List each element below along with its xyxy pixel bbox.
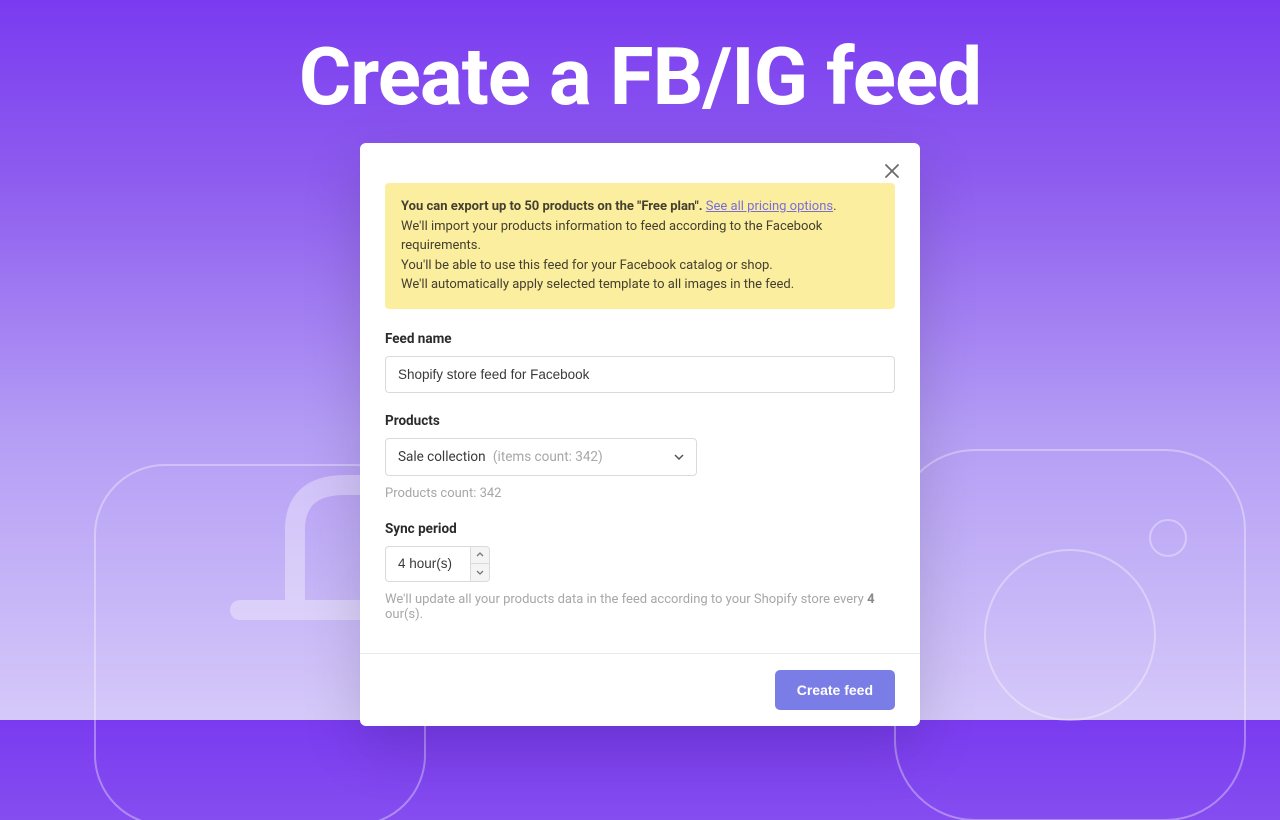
products-selected-detail: (items count: 342) [493, 449, 603, 465]
create-feed-button[interactable]: Create feed [775, 670, 895, 710]
chevron-up-icon [476, 552, 484, 557]
sync-period-label: Sync period [385, 521, 895, 537]
pricing-link[interactable]: See all pricing options [706, 199, 833, 214]
info-banner: You can export up to 50 products on the … [385, 183, 895, 309]
feed-name-input[interactable] [385, 356, 895, 393]
banner-period: . [833, 199, 836, 214]
page-title: Create a FB/IG feed [0, 0, 1280, 124]
sync-helper-text: We'll update all your products data in t… [385, 592, 895, 622]
products-selected-name: Sale collection [398, 449, 486, 465]
chevron-down-icon [476, 570, 484, 575]
stepper-up-button[interactable] [471, 547, 489, 564]
sync-period-stepper [470, 546, 490, 582]
products-count-helper: Products count: 342 [385, 486, 895, 501]
create-feed-modal: You can export up to 50 products on the … [360, 143, 920, 726]
chevron-down-icon [674, 454, 684, 460]
banner-line2: We'll import your products information t… [401, 219, 822, 254]
banner-line3: You'll be able to use this feed for your… [401, 258, 773, 273]
products-select[interactable]: Sale collection (items count: 342) [385, 438, 697, 476]
close-icon [885, 164, 899, 178]
modal-footer: Create feed [360, 653, 920, 726]
close-button[interactable] [882, 161, 902, 181]
banner-heading: You can export up to 50 products on the … [401, 199, 703, 214]
banner-line4: We'll automatically apply selected templ… [401, 277, 794, 292]
products-label: Products [385, 413, 895, 429]
sync-period-input[interactable] [385, 546, 470, 582]
stepper-down-button[interactable] [471, 564, 489, 581]
feed-name-label: Feed name [385, 331, 895, 347]
